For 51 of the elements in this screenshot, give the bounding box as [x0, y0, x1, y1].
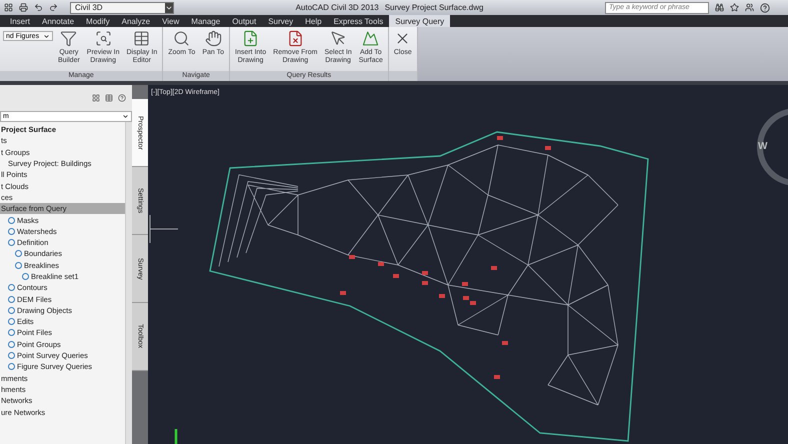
crosshair-drawing: [150, 214, 178, 244]
caret-icon: [122, 113, 129, 120]
survey-point-marker: [393, 274, 399, 278]
caret-icon: [43, 32, 50, 40]
magnifier-icon: [173, 30, 190, 47]
compass-label: W: [758, 141, 768, 152]
survey-point-marker: [439, 294, 445, 298]
app-title: AutoCAD Civil 3D 2013: [296, 3, 379, 12]
redo-icon[interactable]: [49, 3, 58, 12]
menu-tab[interactable]: Output: [226, 15, 262, 27]
table-icon: [133, 30, 150, 47]
menu-tab[interactable]: View: [156, 15, 186, 27]
ucs-axis-icon: [174, 429, 178, 444]
survey-point-marker: [349, 255, 355, 259]
survey-point-marker: [497, 136, 503, 140]
menu-tab[interactable]: Help: [299, 15, 328, 27]
caret-icon[interactable]: [165, 2, 173, 12]
panel-footer: [388, 71, 417, 81]
document-x-icon: [286, 30, 304, 47]
menu-tab[interactable]: Survey Query: [389, 15, 450, 27]
survey-point-marker: [494, 375, 500, 379]
undo-icon[interactable]: [34, 3, 43, 12]
survey-point-marker: [378, 262, 384, 266]
menu-tab[interactable]: Manage: [185, 15, 226, 27]
scrollbar[interactable]: [125, 122, 132, 444]
menu-tab[interactable]: Modify: [80, 15, 116, 27]
document-plus-icon: [242, 30, 260, 47]
binoculars-icon[interactable]: [715, 3, 724, 12]
mountain-icon: [362, 30, 380, 47]
menu-tab[interactable]: Insert: [4, 15, 36, 27]
survey-point-marker: [340, 291, 346, 295]
survey-point-marker: [422, 271, 428, 275]
star-icon[interactable]: [730, 3, 739, 12]
survey-point-marker: [545, 146, 551, 150]
survey-point-marker: [462, 282, 468, 286]
menu-tab[interactable]: Survey: [262, 15, 300, 27]
printer-icon[interactable]: [19, 3, 28, 12]
menu-tab[interactable]: Analyze: [116, 15, 156, 27]
menu-tab[interactable]: Annotate: [36, 15, 80, 27]
funnel-icon: [60, 30, 78, 47]
survey-point-marker: [502, 341, 508, 345]
pointer-icon: [330, 30, 347, 47]
help-icon[interactable]: [760, 2, 770, 12]
survey-point-marker: [491, 266, 497, 270]
file-name: Survey Project Surface.dwg: [384, 3, 484, 12]
workspace-dropdown[interactable]: Civil 3D: [70, 2, 174, 14]
grid-icon[interactable]: [4, 3, 13, 12]
hand-icon: [204, 30, 222, 47]
menu-tab[interactable]: Express Tools: [328, 15, 390, 27]
survey-point-marker: [422, 281, 428, 285]
users-icon[interactable]: [745, 3, 754, 12]
